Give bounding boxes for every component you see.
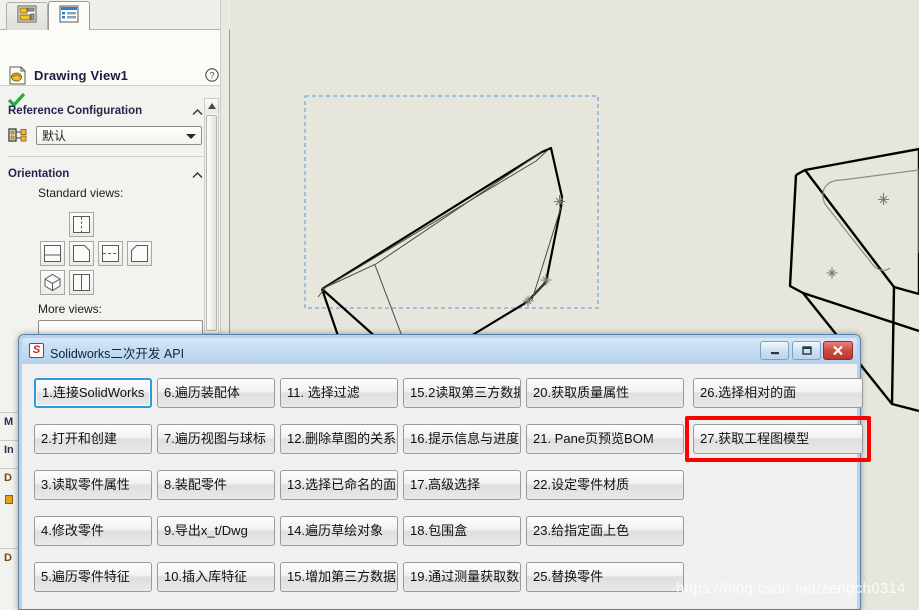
- api-button-13[interactable]: 13.选择已命名的面: [280, 470, 398, 500]
- reference-configuration-dropdown[interactable]: 默认: [36, 126, 202, 145]
- configuration-manager-tab[interactable]: [6, 2, 48, 30]
- tree-item-m: M: [4, 416, 14, 428]
- api-button-24[interactable]: 23.给指定面上色: [526, 516, 684, 546]
- front-view-icon[interactable]: [69, 241, 94, 266]
- section-title: Orientation: [8, 168, 70, 180]
- api-button-25[interactable]: 25.替换零件: [526, 562, 684, 592]
- property-manager-icon: [59, 5, 79, 28]
- section-divider: [8, 156, 203, 157]
- api-button-21[interactable]: 20.获取质量属性: [526, 378, 684, 408]
- api-button-23[interactable]: 22.设定零件材质: [526, 470, 684, 500]
- api-button-22[interactable]: 21. Pane页预览BOM: [526, 424, 684, 454]
- panel-scrollbar[interactable]: [204, 98, 219, 334]
- property-manager-tab[interactable]: [48, 1, 90, 31]
- api-button-10[interactable]: 10.插入库特征: [157, 562, 275, 592]
- dialog-body: 1.连接SolidWorks 2.打开和创建 3.读取零件属性 4.修改零件 5.遍历零…: [22, 364, 871, 609]
- api-button-11[interactable]: 11. 选择过滤: [280, 378, 398, 408]
- close-button[interactable]: [823, 341, 853, 360]
- panel-tab-strip: [0, 0, 230, 31]
- scroll-up-arrow-icon[interactable]: [205, 99, 218, 113]
- api-button-2[interactable]: 2.打开和创建: [34, 424, 152, 454]
- api-button-8[interactable]: 8.装配零件: [157, 470, 275, 500]
- solidworks-app-icon: S: [29, 343, 44, 358]
- section-orientation[interactable]: Orientation: [0, 163, 229, 185]
- api-button-9[interactable]: 9.导出x_t/Dwg: [157, 516, 275, 546]
- drawing-view-icon: [8, 66, 27, 90]
- configuration-manager-icon: [17, 5, 37, 28]
- watermark-text: https://blog.csdn.net/zengch0314: [676, 580, 906, 597]
- vertex-markers-right: [826, 193, 889, 279]
- application-window: Drawing View1 ? Reference Configuration: [0, 0, 919, 610]
- api-button-26[interactable]: 26.选择相对的面: [693, 378, 863, 408]
- api-button-4[interactable]: 4.修改零件: [34, 516, 152, 546]
- page-title: Drawing View1: [34, 68, 129, 83]
- api-button-7[interactable]: 7.遍历视图与球标: [157, 424, 275, 454]
- api-button-3[interactable]: 3.读取零件属性: [34, 470, 152, 500]
- vertex-markers-left: [522, 195, 565, 307]
- chevron-down-icon[interactable]: [186, 134, 196, 139]
- panel-header: Drawing View1 ?: [0, 30, 229, 108]
- back-view-icon[interactable]: [127, 241, 152, 266]
- chevron-up-icon[interactable]: [192, 167, 203, 179]
- right-view-icon[interactable]: [98, 241, 123, 266]
- panel-scrollbar-thumb[interactable]: [206, 115, 217, 331]
- minimize-button[interactable]: [760, 341, 789, 360]
- api-button-14[interactable]: 14.遍历草绘对象: [280, 516, 398, 546]
- chevron-up-icon[interactable]: [192, 104, 203, 116]
- api-button-1[interactable]: 1.连接SolidWorks: [34, 378, 152, 408]
- reference-configuration-value: 默认: [42, 129, 67, 143]
- left-view-icon[interactable]: [40, 241, 65, 266]
- isometric-view-icon[interactable]: [40, 270, 65, 295]
- maximize-button[interactable]: [792, 341, 821, 360]
- api-button-17[interactable]: 16.提示信息与进度条: [403, 424, 521, 454]
- api-button-12[interactable]: 12.删除草图的关系: [280, 424, 398, 454]
- top-view-icon[interactable]: [69, 212, 94, 237]
- api-button-5[interactable]: 5.遍历零件特征: [34, 562, 152, 592]
- more-views-label: More views:: [38, 302, 103, 316]
- tree-item-in: In: [4, 444, 14, 456]
- tree-item-d1: D: [4, 472, 12, 484]
- api-button-27[interactable]: 27.获取工程图模型: [693, 424, 863, 454]
- bottom-view-icon[interactable]: [69, 270, 94, 295]
- tree-item-d2: D: [4, 552, 12, 564]
- api-button-18[interactable]: 17.高级选择: [403, 470, 521, 500]
- solidworks-api-dialog: S Solidworks二次开发 API 1.连接SolidWorks 2.打开和…: [18, 334, 871, 610]
- dialog-title: Solidworks二次开发 API: [50, 347, 185, 361]
- standard-views-label: Standard views:: [38, 186, 124, 200]
- dialog-title-bar[interactable]: S Solidworks二次开发 API: [22, 338, 857, 364]
- help-question-icon[interactable]: ?: [205, 68, 219, 87]
- api-button-6[interactable]: 6.遍历装配体: [157, 378, 275, 408]
- api-button-16[interactable]: 15.2读取第三方数据: [403, 378, 521, 408]
- section-title: Reference Configuration: [8, 105, 143, 117]
- svg-text:?: ?: [209, 70, 214, 80]
- configuration-icon: [8, 127, 28, 150]
- api-button-20[interactable]: 19.通过测量获取数据: [403, 562, 521, 592]
- api-button-19[interactable]: 18.包围盒: [403, 516, 521, 546]
- section-reference-configuration[interactable]: Reference Configuration: [0, 100, 229, 122]
- api-button-15[interactable]: 15.增加第三方数据: [280, 562, 398, 592]
- tree-marker-icon: [5, 495, 13, 504]
